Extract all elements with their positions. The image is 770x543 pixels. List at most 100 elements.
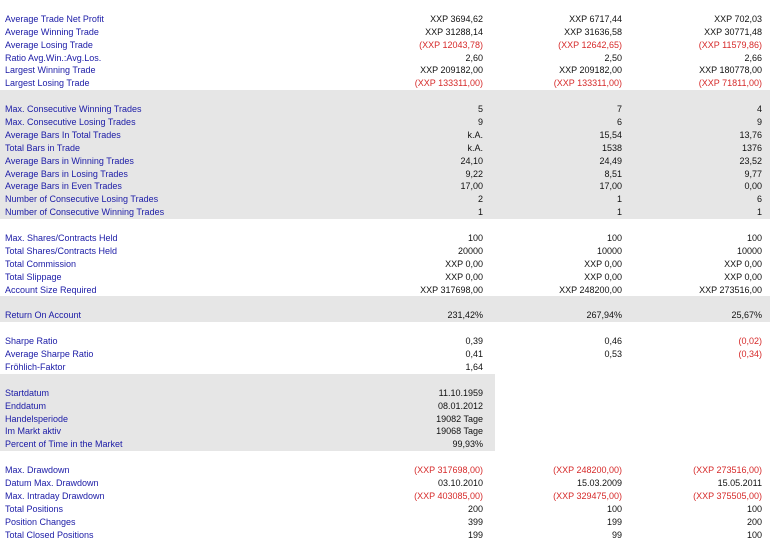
table-row: Number of Consecutive Losing Trades 2 1 6 xyxy=(0,193,770,206)
value-cell-col-3: 100 xyxy=(746,529,762,540)
value-cell-col-3: 200 xyxy=(746,516,762,527)
value-cell-col-3: 13,76 xyxy=(739,129,762,140)
value-cell-col-2: XXP 6717,44 xyxy=(569,13,622,24)
value-cell-col-1: 19082 Tage xyxy=(436,413,483,424)
table-row: Max. Consecutive Winning Trades 5 7 4 xyxy=(0,103,770,116)
value-cell-col-2: 100 xyxy=(606,233,622,244)
value-cell-col-1: 0,39 xyxy=(465,336,483,347)
value-cell-col-3: 15.05.2011 xyxy=(717,477,762,488)
value-cell-col-1: XXP 209182,00 xyxy=(420,65,483,76)
value-cell-col-2: XXP 209182,00 xyxy=(559,65,622,76)
row-label: Account Size Required xyxy=(5,284,97,295)
value-cell-col-1: 9,22 xyxy=(465,168,483,179)
value-cell-col-3: (0,02) xyxy=(738,336,762,347)
value-cell-col-1: 99,93% xyxy=(452,439,483,450)
value-cell-col-1: (XXP 12043,78) xyxy=(419,39,483,50)
value-cell-col-3: 100 xyxy=(746,503,762,514)
value-cell-col-1: (XXP 317698,00) xyxy=(414,465,483,476)
value-cell-col-1: 0,41 xyxy=(465,349,483,360)
value-cell-col-2: (XXP 248200,00) xyxy=(553,465,622,476)
value-cell-col-1: 08.01.2012 xyxy=(437,400,483,411)
value-cell-col-1: 20000 xyxy=(457,245,483,256)
table-row: Average Bars in Losing Trades 9,22 8,51 9,7… xyxy=(0,168,770,181)
report-section: Startdatum 11.10.1959 Enddatum 08.01.2012 Ha… xyxy=(0,373,770,452)
row-label: Max. Consecutive Winning Trades xyxy=(5,104,142,115)
row-label: Average Bars in Winning Trades xyxy=(5,155,134,166)
table-row: Max. Consecutive Losing Trades 9 6 9 xyxy=(0,116,770,129)
row-label: Total Closed Positions xyxy=(5,529,94,540)
table-row: Datum Max. Drawdown 03.10.2010 15.03.2009 1… xyxy=(0,477,770,490)
row-label: Number of Consecutive Winning Trades xyxy=(5,207,165,218)
value-cell-col-3: (0,34) xyxy=(738,349,762,360)
row-label: Average Bars in Losing Trades xyxy=(5,168,128,179)
value-cell-col-1: k.A. xyxy=(467,142,483,153)
value-cell-col-3: 100 xyxy=(746,233,762,244)
value-cell-col-1: 2 xyxy=(477,194,483,205)
value-cell-col-1: 399 xyxy=(467,516,483,527)
value-cell-col-3: (XXP 375505,00) xyxy=(693,490,762,501)
value-cell-col-1: 24,10 xyxy=(460,155,483,166)
value-cell-col-1: XXP 31288,14 xyxy=(425,26,483,37)
row-label: Total Positions xyxy=(5,503,64,514)
value-cell-col-1: k.A. xyxy=(467,129,483,140)
table-row: Account Size Required XXP 317698,00 XXP 24… xyxy=(0,284,770,297)
value-cell-col-2: 15,54 xyxy=(599,129,622,140)
table-row: Im Markt aktiv 19068 Tage xyxy=(0,425,770,438)
value-cell-col-3: 9 xyxy=(756,117,762,128)
row-label: Datum Max. Drawdown xyxy=(5,477,99,488)
row-label: Max. Intraday Drawdown xyxy=(5,490,105,501)
value-cell-col-1: 200 xyxy=(467,503,483,514)
row-label: Startdatum xyxy=(5,387,50,398)
row-label: Average Sharpe Ratio xyxy=(5,349,94,360)
table-row: Average Bars in Winning Trades 24,10 24,49… xyxy=(0,155,770,168)
table-row: Total Closed Positions 199 99 100 xyxy=(0,529,770,542)
value-cell-col-2: 17,00 xyxy=(599,181,622,192)
table-row: Number of Consecutive Winning Trades 1 1 1 xyxy=(0,206,770,219)
value-cell-col-3: 4 xyxy=(756,104,762,115)
row-label: Enddatum xyxy=(5,400,47,411)
table-row: Total Commission XXP 0,00 XXP 0,00 XXP 0,00 xyxy=(0,258,770,271)
value-cell-col-2: 2,50 xyxy=(604,52,622,63)
value-cell-col-2: XXP 0,00 xyxy=(584,271,622,282)
performance-report-table: Average Trade Net Profit XXP 3694,62 XXP 6… xyxy=(0,0,770,542)
report-section: Return On Account 231,42% 267,94% 25,67% xyxy=(0,296,770,323)
value-cell-col-3: XXP 273516,00 xyxy=(699,284,762,295)
table-row: Fröhlich-Faktor 1,64 xyxy=(0,361,770,374)
value-cell-col-2: 99 xyxy=(611,529,622,540)
value-cell-col-2: 8,51 xyxy=(604,168,622,179)
value-cell-col-2: 15.03.2009 xyxy=(576,477,622,488)
report-section: Max. Drawdown (XXP 317698,00) (XXP 248200,… xyxy=(0,451,770,542)
value-cell-col-3: 1376 xyxy=(741,142,762,153)
value-cell-col-1: 11.10.1959 xyxy=(438,387,483,398)
report-section: Sharpe Ratio 0,39 0,46 (0,02) Average Sharpe… xyxy=(0,322,770,374)
value-cell-col-3: 6 xyxy=(756,194,762,205)
report-section: Max. Shares/Contracts Held 100 100 100 Total… xyxy=(0,219,770,297)
value-cell-col-1: 19068 Tage xyxy=(436,426,483,437)
value-cell-col-1: 2,60 xyxy=(465,52,483,63)
value-cell-col-1: 231,42% xyxy=(447,310,483,321)
row-label: Largest Winning Trade xyxy=(5,65,96,76)
table-row: Average Winning Trade XXP 31288,14 XXP 316… xyxy=(0,26,770,39)
value-cell-col-3: 9,77 xyxy=(744,168,762,179)
value-cell-col-2: XXP 248200,00 xyxy=(559,284,622,295)
table-row: Largest Winning Trade XXP 209182,00 XXP 20… xyxy=(0,64,770,77)
table-row: Average Bars in Even Trades 17,00 17,00 0,0… xyxy=(0,180,770,193)
value-cell-col-2: XXP 31636,58 xyxy=(564,26,622,37)
table-row: Percent of Time in the Market 99,93% xyxy=(0,438,770,451)
value-cell-col-3: (XXP 273516,00) xyxy=(693,465,762,476)
report-section: Average Trade Net Profit XXP 3694,62 XXP 6… xyxy=(0,0,770,91)
value-cell-col-3: XXP 30771,48 xyxy=(704,26,762,37)
value-cell-col-3: (XXP 71811,00) xyxy=(698,78,762,89)
value-cell-col-3: 1 xyxy=(756,207,762,218)
row-label: Return On Account xyxy=(5,310,82,321)
row-label: Total Commission xyxy=(5,258,77,269)
row-label: Total Slippage xyxy=(5,271,62,282)
table-row: Largest Losing Trade (XXP 133311,00) (XXP … xyxy=(0,77,770,90)
value-cell-col-2: 6 xyxy=(616,117,622,128)
value-cell-col-2: 100 xyxy=(606,503,622,514)
row-label: Max. Drawdown xyxy=(5,465,70,476)
value-cell-col-2: 0,53 xyxy=(604,349,622,360)
